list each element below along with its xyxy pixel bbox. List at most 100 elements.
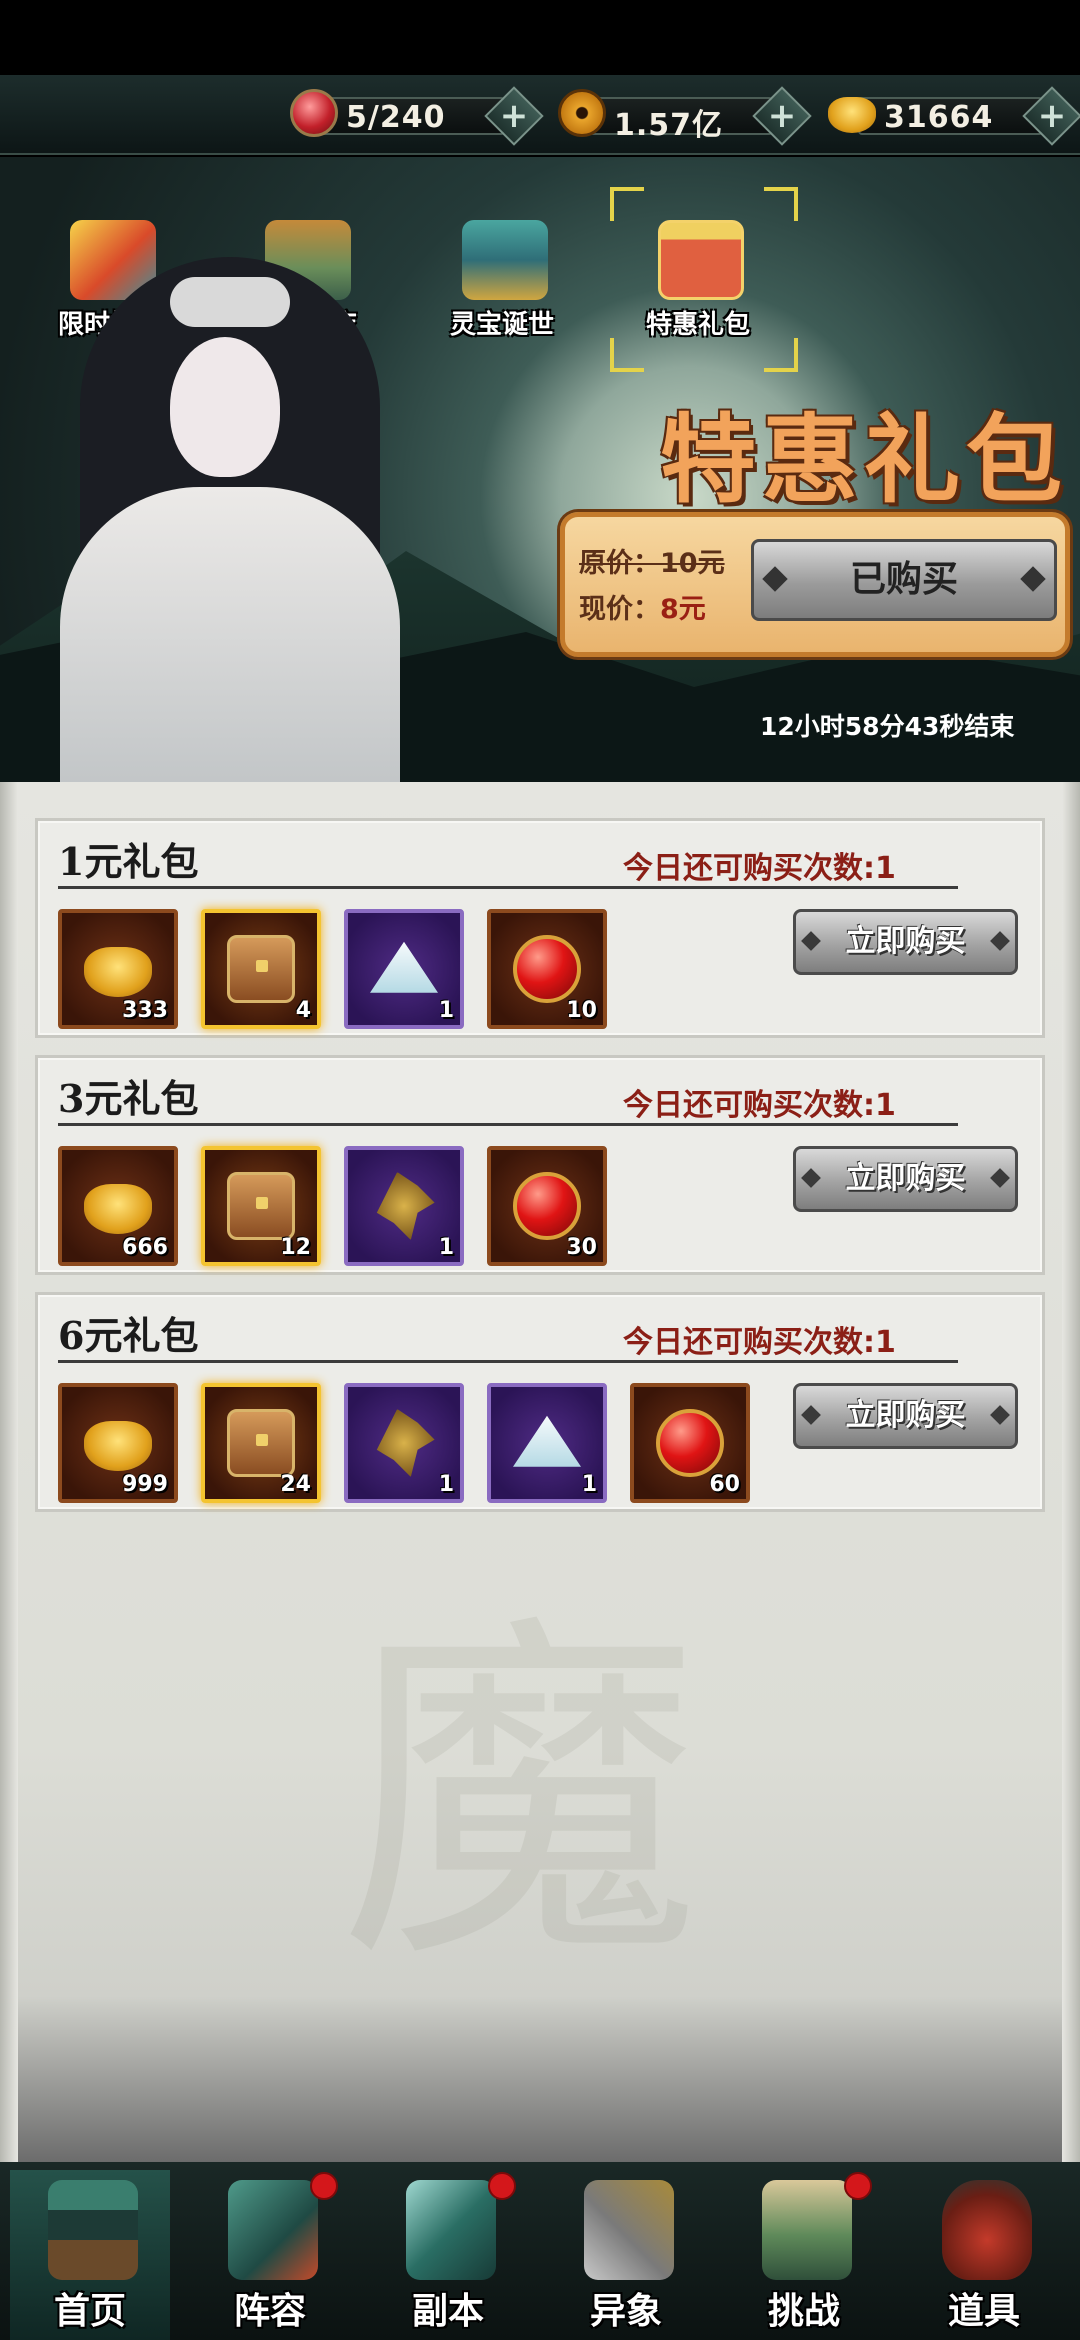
original-price: 原价：10元 (579, 541, 725, 580)
item-quantity: 24 (280, 1472, 311, 1497)
item-slot[interactable]: 1 (344, 1146, 464, 1266)
nav-home[interactable]: 首页 (10, 2170, 170, 2340)
gift-package-icon (658, 220, 744, 300)
ingots-resource: 31664 + (828, 86, 1080, 146)
item-slot[interactable]: 333 (58, 909, 178, 1029)
item-slot[interactable]: 1 (344, 1383, 464, 1503)
gold-ingot-icon (828, 97, 876, 133)
nav-label: 异象 (589, 2290, 662, 2332)
add-stamina-button[interactable]: + (484, 86, 544, 146)
buy-now-button[interactable]: 立即购买 (793, 1146, 1018, 1212)
add-ingots-button[interactable]: + (1022, 86, 1080, 146)
status-bar (0, 0, 1080, 75)
add-coins-button[interactable]: + (752, 86, 812, 146)
plus-icon: + (499, 96, 529, 136)
item-quantity: 1 (438, 1235, 454, 1260)
current-price: 现价：8元 (579, 587, 706, 626)
gold-ingot-icon (84, 1184, 152, 1234)
nav-challenge[interactable]: 挑战 (724, 2170, 884, 2340)
item-quantity: 4 (295, 998, 311, 1023)
red-orb-icon (656, 1409, 724, 1477)
item-slot[interactable]: 4 (201, 909, 321, 1029)
price-box: 原价：10元 现价：8元 已购买 (560, 512, 1070, 657)
remaining-purchases: 今日还可购买次数:1 (623, 1325, 896, 1360)
home-pavilion-icon (48, 2180, 138, 2280)
nav-anomaly[interactable]: 异象 (546, 2170, 706, 2340)
treasure-chest-icon (227, 935, 295, 1003)
item-quantity: 12 (280, 1235, 311, 1260)
hair-bow (170, 277, 290, 327)
item-quantity: 1 (438, 998, 454, 1023)
item-slot[interactable]: 666 (58, 1146, 178, 1266)
item-quantity: 333 (122, 998, 168, 1023)
current-price-value: 8元 (660, 594, 706, 625)
item-quantity: 999 (122, 1472, 168, 1497)
purchased-button[interactable]: 已购买 (751, 539, 1057, 621)
remaining-purchases: 今日还可购买次数:1 (623, 851, 896, 886)
face (170, 337, 280, 477)
tab-label: 特惠礼包 (645, 310, 750, 340)
buy-now-button[interactable]: 立即购买 (793, 1383, 1018, 1449)
gold-ingot-icon (84, 1421, 152, 1471)
item-quantity: 1 (438, 1472, 454, 1497)
coin-icon (558, 89, 606, 137)
pack-title: 1元礼包 (58, 839, 199, 884)
item-slot[interactable]: 24 (201, 1383, 321, 1503)
spirit-powder-icon (513, 1415, 581, 1467)
nav-label: 挑战 (767, 2290, 840, 2332)
treasure-chest-icon (227, 1172, 295, 1240)
item-quantity: 10 (566, 998, 597, 1023)
title-divider (58, 886, 958, 889)
item-slot[interactable]: 1 (487, 1383, 607, 1503)
stamina-icon (290, 89, 338, 137)
original-price-value: 10元 (660, 548, 725, 579)
notification-badge (488, 2172, 516, 2200)
plus-icon: + (767, 96, 797, 136)
item-slot[interactable]: 10 (487, 909, 607, 1029)
nav-label: 副本 (411, 2290, 484, 2332)
item-slot[interactable]: 30 (487, 1146, 607, 1266)
pack-card-1yuan: 1元礼包 今日还可购买次数:1 333 4 1 10 立即购买 (35, 818, 1045, 1038)
buy-now-button[interactable]: 立即购买 (793, 909, 1018, 975)
sword-dungeon-icon (406, 2180, 496, 2280)
item-slot[interactable]: 1 (344, 909, 464, 1029)
background-calligraphy: 魔 (340, 1586, 700, 2005)
right-edge (1062, 782, 1080, 2162)
nav-label: 首页 (53, 2290, 126, 2332)
nav-lineup[interactable]: 阵容 (190, 2170, 350, 2340)
treasure-icon (462, 220, 548, 300)
gold-ingot-icon (84, 947, 152, 997)
original-price-label: 原价： (579, 548, 660, 579)
gift-pack-banner: 限时折扣 妖玉商店 灵宝诞世 特惠礼包 特惠礼包 原价：10元 现价：8元 已购… (0, 157, 1080, 782)
current-price-label: 现价： (579, 594, 660, 625)
tab-special-pack[interactable]: 特惠礼包 (610, 187, 798, 372)
nav-dungeon[interactable]: 副本 (368, 2170, 528, 2340)
robe (60, 487, 400, 782)
treasure-chest-icon (227, 1409, 295, 1477)
item-slot[interactable]: 12 (201, 1146, 321, 1266)
nav-items[interactable]: 道具 (904, 2170, 1064, 2340)
item-slot[interactable]: 60 (630, 1383, 750, 1503)
red-orb-icon (513, 1172, 581, 1240)
item-slot[interactable]: 999 (58, 1383, 178, 1503)
item-quantity: 60 (709, 1472, 740, 1497)
pack-card-3yuan: 3元礼包 今日还可购买次数:1 666 12 1 30 立即购买 (35, 1055, 1045, 1275)
ingots-value: 31664 (884, 100, 994, 135)
left-edge (0, 782, 18, 2162)
golden-herb-icon (376, 1409, 435, 1477)
scroll-map-icon (762, 2180, 852, 2280)
tab-treasure-birth[interactable]: 灵宝诞世 (422, 212, 582, 362)
pack-card-6yuan: 6元礼包 今日还可购买次数:1 999 24 1 1 60 立即购买 (35, 1292, 1045, 1512)
notification-badge (844, 2172, 872, 2200)
pack-title: 3元礼包 (58, 1076, 199, 1121)
spirit-powder-icon (370, 941, 438, 993)
nav-label: 道具 (947, 2290, 1020, 2332)
item-quantity: 30 (566, 1235, 597, 1260)
heroine-illustration (20, 217, 440, 782)
bag-icon (942, 2180, 1032, 2280)
item-quantity: 666 (122, 1235, 168, 1260)
item-quantity: 1 (581, 1472, 597, 1497)
title-divider (58, 1360, 958, 1363)
banner-title: 特惠礼包 (660, 403, 1068, 516)
stamina-value: 5/240 (346, 100, 446, 135)
